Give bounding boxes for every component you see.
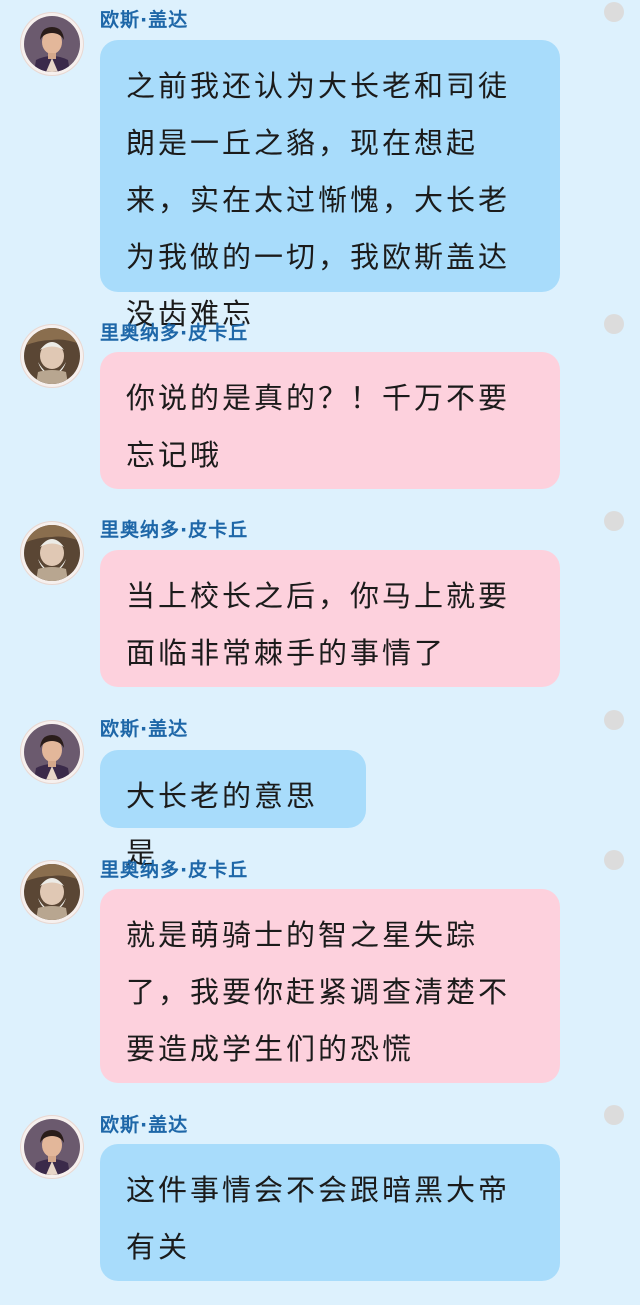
avatar-image [24, 1119, 80, 1175]
sender-name: 欧斯·盖达 [100, 1114, 189, 1136]
status-dot [604, 1105, 624, 1125]
chat-message: 欧斯·盖达 这件事情会不会跟暗黑大帝有关 [0, 0, 640, 1305]
message-bubble[interactable]: 这件事情会不会跟暗黑大帝有关 [100, 1144, 560, 1281]
avatar[interactable] [20, 1115, 84, 1179]
